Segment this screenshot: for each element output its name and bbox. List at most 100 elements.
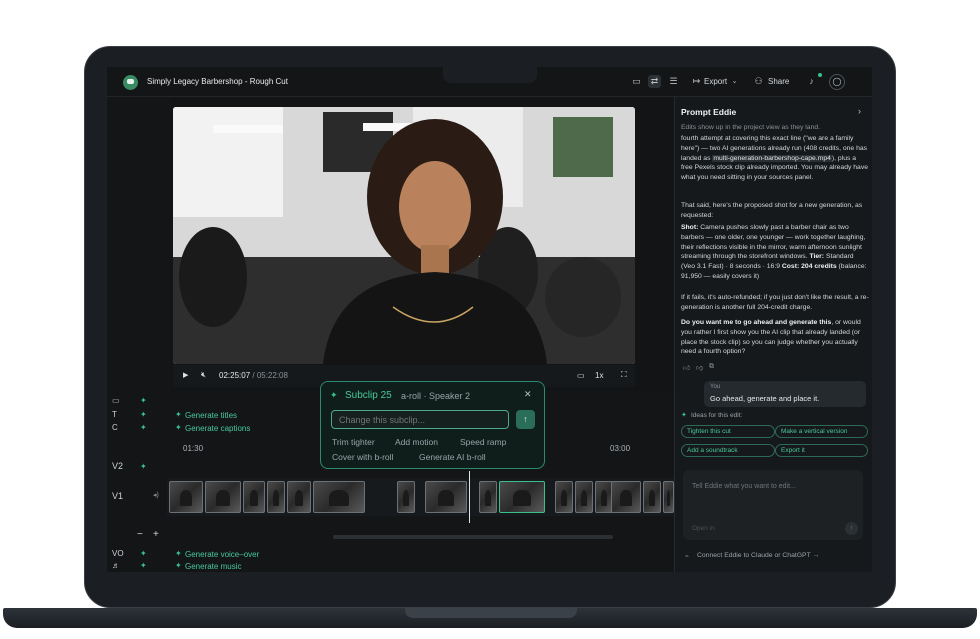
panel-title: Prompt Eddie — [681, 107, 737, 117]
timeline-clip[interactable] — [663, 481, 674, 513]
video-frame-image — [173, 107, 635, 364]
message-paragraph: Shot: Camera pushes slowly past a barber… — [681, 224, 867, 280]
timeline-clip[interactable] — [643, 481, 661, 513]
split-view-icon[interactable]: ⇄ — [648, 75, 661, 88]
list-view-icon[interactable]: ☰ — [667, 75, 680, 88]
player-view-icon[interactable]: ▭ — [630, 75, 643, 88]
laptop-base-notch — [405, 608, 577, 618]
chevron-right-icon[interactable]: › — [858, 106, 861, 116]
sparkle-icon: ✦ — [175, 549, 182, 558]
notification-dot — [818, 73, 822, 77]
chat-toggle-button[interactable]: ◯ — [829, 74, 845, 90]
sparkle-icon[interactable]: ✦ — [140, 410, 147, 419]
mute-icon[interactable]: 🔇︎ — [201, 370, 206, 380]
subclip-prompt-input[interactable] — [331, 410, 509, 429]
ideas-label: Ideas for this edit: — [691, 412, 743, 419]
vertical-version-chip[interactable]: Make a vertical version — [775, 425, 868, 438]
sparkle-icon[interactable]: ✦ — [140, 549, 147, 558]
sparkle-icon[interactable]: ✦ — [140, 396, 147, 405]
fullscreen-icon[interactable]: ⛶ — [621, 370, 627, 380]
export-it-chip[interactable]: Export it — [775, 444, 868, 457]
message-paragraph: fourth attempt at covering this exact li… — [681, 135, 869, 182]
timeline-clip[interactable] — [575, 481, 593, 513]
zoom-out-button[interactable]: − — [137, 529, 143, 540]
timeline-clip[interactable] — [205, 481, 241, 513]
zoom-in-button[interactable]: + — [153, 529, 159, 540]
add-motion-action[interactable]: Add motion — [395, 437, 438, 447]
add-soundtrack-chip[interactable]: Add a soundtrack — [681, 444, 775, 457]
popup-title: Subclip 25 — [345, 390, 392, 401]
open-in-button[interactable]: Open in — [692, 525, 715, 532]
timeline-clip[interactable] — [611, 481, 641, 513]
sparkle-icon[interactable]: ✦ — [140, 423, 147, 432]
timeline-clip[interactable] — [479, 481, 497, 513]
current-time: 02:25:07 / 05:22:08 — [219, 371, 288, 380]
timeline-clip[interactable] — [425, 481, 467, 513]
timeline-clip[interactable] — [169, 481, 203, 513]
chevron-down-icon[interactable]: ⌄ — [728, 75, 741, 88]
generate-music-button[interactable]: Generate music — [185, 562, 241, 571]
timeline-clip[interactable] — [287, 481, 311, 513]
captions-icon[interactable]: ▭ — [577, 371, 585, 380]
timeline-clip[interactable] — [313, 481, 365, 513]
playhead[interactable] — [469, 471, 470, 523]
sparkle-icon[interactable]: ✦ — [140, 561, 147, 570]
export-button[interactable]: Export — [704, 77, 727, 86]
selected-subclip[interactable] — [499, 481, 545, 513]
comment-track-icon: ▭ — [112, 396, 120, 405]
eddie-prompt-input[interactable]: Tell Eddie what you want to edit... Open… — [683, 470, 863, 540]
link-icon: ⌁ — [685, 553, 689, 560]
track-label-vo: VO — [112, 549, 124, 558]
bell-icon[interactable]: ♪ — [805, 75, 818, 88]
user-label: You — [710, 384, 721, 390]
share-button[interactable]: Share — [768, 77, 789, 86]
popup-meta: a-roll · Speaker 2 — [401, 391, 471, 401]
track-label-t: T — [112, 410, 117, 419]
generate-captions-button[interactable]: Generate captions — [185, 424, 250, 433]
sparkle-icon: ✦ — [175, 561, 182, 570]
cover-broll-action[interactable]: Cover with b-roll — [332, 452, 393, 462]
timeline-clip[interactable] — [555, 481, 573, 513]
connect-eddie-link[interactable]: Connect Eddie to Claude or ChatGPT → — [697, 552, 819, 559]
generate-ai-broll-action[interactable]: Generate AI b-roll — [419, 452, 486, 462]
timeline-clip[interactable] — [397, 481, 415, 513]
message-paragraph: That said, here's the proposed shot for … — [681, 202, 863, 219]
send-icon[interactable]: ↑ — [845, 522, 858, 535]
sparkle-icon: ✦ — [681, 412, 687, 419]
speed-ramp-action[interactable]: Speed ramp — [460, 437, 506, 447]
generate-voiceover-button[interactable]: Generate voice–over — [185, 550, 259, 559]
app-logo-icon[interactable] — [123, 75, 138, 90]
camera-notch — [443, 67, 537, 83]
speaker-icon[interactable]: ◂) — [153, 491, 159, 499]
project-title[interactable]: Simply Legacy Barbershop - Rough Cut — [147, 77, 288, 86]
sparkle-icon: ✦ — [175, 423, 182, 432]
app-screen: Simply Legacy Barbershop - Rough Cut ▭ ⇄… — [107, 67, 872, 572]
timeline-scrollbar[interactable] — [333, 535, 613, 539]
sparkle-icon: ✦ — [330, 390, 338, 400]
copy-icon[interactable]: ⧉ — [709, 363, 714, 371]
close-icon[interactable]: ✕ — [524, 389, 532, 400]
thumbs-up-icon[interactable]: 👍︎ — [683, 363, 690, 372]
timeline-clip[interactable] — [243, 481, 265, 513]
submit-arrow-button[interactable]: ↑ — [516, 410, 535, 429]
video-preview[interactable] — [173, 107, 635, 364]
music-track-icon: ♬ — [112, 561, 120, 570]
timeline-clip[interactable] — [267, 481, 285, 513]
add-user-icon[interactable]: ⚇ — [752, 75, 765, 88]
message-paragraph: If it fails, it's auto-refunded; if you … — [681, 294, 869, 311]
tighten-cut-chip[interactable]: Tighten this cut — [681, 425, 775, 438]
sparkle-icon[interactable]: ✦ — [140, 462, 147, 471]
generate-titles-button[interactable]: Generate titles — [185, 411, 237, 420]
track-label-v1: V1 — [112, 491, 124, 501]
sparkle-icon: ✦ — [175, 410, 182, 419]
input-placeholder: Tell Eddie what you want to edit... — [692, 483, 796, 490]
message-paragraph: Do you want me to go ahead and generate … — [681, 319, 861, 356]
speed-button[interactable]: 1x — [595, 371, 603, 380]
play-icon[interactable]: ▶ — [183, 371, 188, 379]
thumbs-down-icon[interactable]: 👎︎ — [696, 363, 703, 372]
trim-tighter-action[interactable]: Trim tighter — [332, 437, 375, 447]
panel-subtitle: Edits show up in the project view as the… — [681, 124, 821, 131]
subclip-popup: ✦ Subclip 25 a-roll · Speaker 2 ✕ ↑ Trim… — [320, 381, 545, 469]
export-icon[interactable]: ↦ — [690, 75, 703, 88]
ruler-mark: 01:30 — [183, 444, 204, 453]
